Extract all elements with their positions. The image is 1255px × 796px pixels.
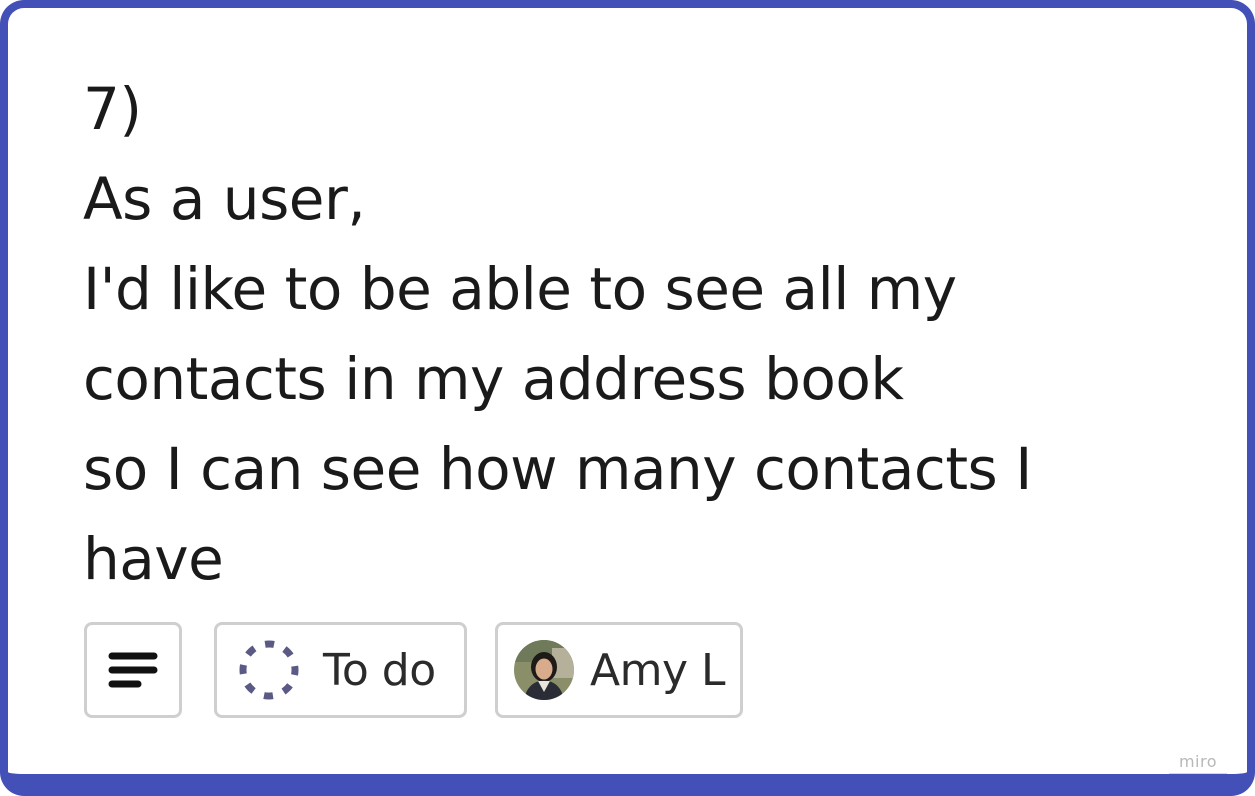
card-text-line: 7) bbox=[83, 75, 142, 143]
status-chip[interactable]: To do bbox=[214, 622, 467, 718]
assignee-chip[interactable]: Amy L bbox=[495, 622, 743, 718]
card-text-line: so I can see how many contacts I bbox=[83, 435, 1032, 503]
card-text[interactable]: 7) As a user, I'd like to be able to see… bbox=[83, 64, 1083, 604]
lines-icon bbox=[108, 650, 158, 690]
card[interactable]: 7) As a user, I'd like to be able to see… bbox=[0, 0, 1255, 796]
assignee-name: Amy L bbox=[590, 644, 726, 696]
status-label: To do bbox=[323, 644, 436, 696]
dashed-circle-icon bbox=[237, 638, 301, 702]
miro-watermark: miro bbox=[1169, 752, 1227, 774]
description-button[interactable] bbox=[84, 622, 182, 718]
card-text-line: have bbox=[83, 525, 224, 593]
card-text-line: contacts in my address book bbox=[83, 345, 904, 413]
card-text-line: As a user, bbox=[83, 165, 366, 233]
card-text-line: I'd like to be able to see all my bbox=[83, 255, 957, 323]
avatar bbox=[514, 640, 574, 700]
